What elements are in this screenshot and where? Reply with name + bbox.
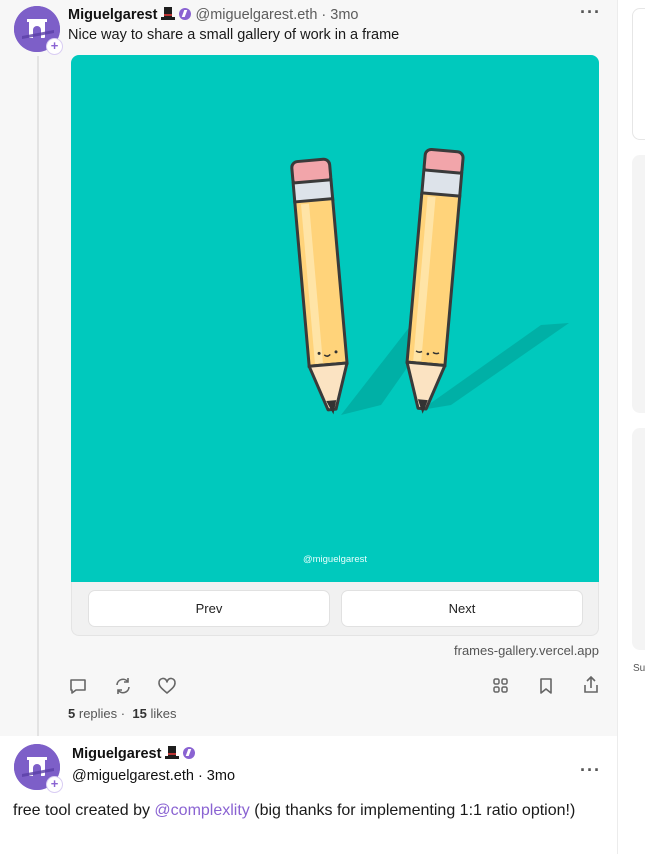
cast-text-part: free tool created by (13, 802, 155, 819)
reply-icon[interactable] (68, 676, 88, 696)
sidebar-card (632, 8, 645, 140)
mention-link[interactable]: @complexlity (154, 802, 249, 819)
power-badge-icon (183, 747, 196, 759)
frame-buttons-bar: Prev Next (71, 582, 599, 636)
follow-plus-icon[interactable]: + (46, 776, 63, 793)
recast-icon[interactable] (113, 676, 133, 696)
cast-header: Miguelgarest (72, 745, 196, 764)
feed: + Miguelgarest @miguelgarest.eth · 3mo ·… (0, 0, 617, 854)
author-handle[interactable]: @miguelgarest.eth · 3mo (195, 7, 358, 23)
cast-text: Nice way to share a small gallery of wor… (68, 27, 400, 43)
frame-prev-button[interactable]: Prev (88, 590, 330, 627)
cast-stats: 5 replies · 15 likes (68, 706, 176, 721)
power-badge-icon (179, 8, 192, 20)
thread-line (37, 56, 39, 736)
bookmark-icon[interactable] (536, 676, 556, 696)
follow-plus-icon[interactable]: + (46, 38, 63, 55)
frame-next-button[interactable]: Next (341, 590, 583, 627)
replies-label[interactable]: replies · (79, 706, 125, 721)
sidebar-text: Su (633, 663, 645, 674)
sidebar-card (632, 155, 645, 413)
top-hat-icon (165, 745, 180, 764)
more-options-icon[interactable]: ··· (580, 2, 601, 23)
cast-text: free tool created by @complexlity (big t… (13, 800, 603, 822)
likes-label[interactable]: likes (150, 706, 176, 721)
cast-header: Miguelgarest @miguelgarest.eth · 3mo (68, 6, 358, 25)
more-options-icon[interactable]: ··· (580, 760, 601, 781)
cast-item[interactable]: + Miguelgarest @miguelgarest.eth · 3mo ·… (0, 0, 617, 736)
likes-count[interactable]: 15 (132, 706, 146, 721)
frame-url-link[interactable]: frames-gallery.vercel.app (454, 643, 599, 658)
grid-icon[interactable] (491, 676, 511, 696)
top-hat-icon (161, 6, 176, 25)
right-sidebar: Su (617, 0, 645, 854)
share-icon[interactable] (581, 675, 601, 695)
sidebar-card (632, 428, 645, 650)
frame-image[interactable]: @miguelgarest (71, 55, 599, 582)
author-name[interactable]: Miguelgarest (72, 746, 161, 762)
replies-count[interactable]: 5 (68, 706, 75, 721)
image-watermark: @miguelgarest (302, 554, 368, 565)
pencils-illustration (290, 147, 569, 415)
author-name[interactable]: Miguelgarest (68, 7, 157, 23)
author-handle[interactable]: @miguelgarest.eth · 3mo (72, 768, 235, 784)
like-icon[interactable] (157, 676, 177, 696)
cast-text-part: (big thanks for implementing 1:1 ratio o… (249, 802, 576, 819)
